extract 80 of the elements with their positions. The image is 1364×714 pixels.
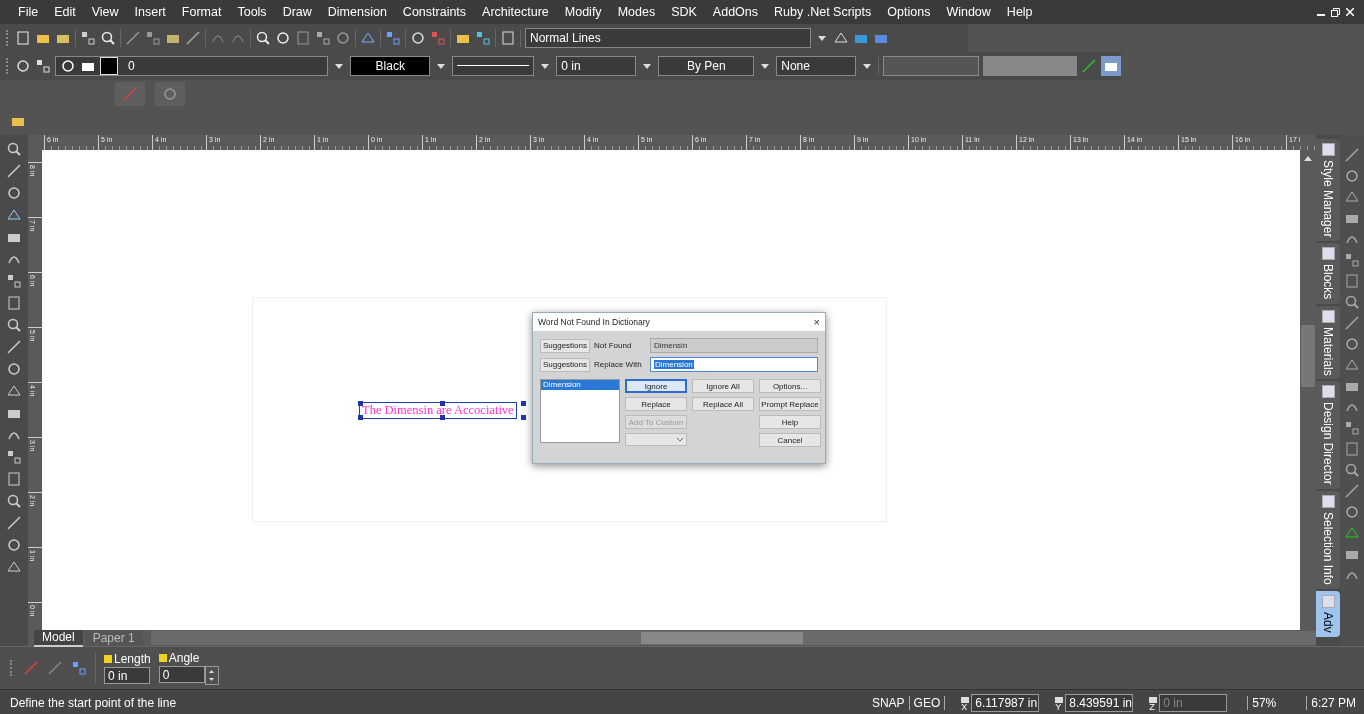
circle-tool-button[interactable] [155,81,185,106]
selection-handle[interactable] [440,415,445,420]
field-label: Length [114,652,151,666]
menu-item[interactable]: Modes [609,5,664,19]
status-toggle[interactable]: SNAP [867,696,910,710]
line-type-dropdown[interactable] [452,56,535,76]
menu-item[interactable]: Ruby .Net Scripts [766,5,880,19]
side-panel-tab[interactable]: Materials [1316,305,1340,380]
dialog-button[interactable]: Ignore [625,379,687,393]
status-message: Define the start point of the line [10,696,178,710]
menu-item[interactable]: Dimension [319,5,395,19]
spinner-arrows[interactable] [204,666,219,685]
side-panel-tab[interactable]: Style Manager [1316,139,1340,242]
dialog-button[interactable]: Help [759,415,821,429]
dialog-button[interactable]: Replace All [692,397,754,411]
horizontal-scrollbar[interactable] [150,631,1316,645]
menu-item[interactable]: Help [998,5,1041,19]
layer-dropdown[interactable]: 0 [55,56,329,76]
menu-item[interactable]: Architecture [474,5,557,19]
not-found-field: Dimensin [650,338,818,353]
new-file-icon[interactable] [15,30,31,46]
fill-dropdown[interactable]: None [776,56,857,76]
angle-field[interactable]: 0 [158,666,205,683]
field-label: Replace With [594,360,643,369]
dialog-button[interactable]: Prompt Replace [759,397,821,411]
solid-line-icon [457,65,530,67]
menu-item[interactable]: Format [173,5,230,19]
menu-item[interactable]: Edit [46,5,84,19]
side-panel-tab[interactable]: Blocks [1316,243,1340,304]
zoom-level: 57% [1247,696,1307,710]
suggestions-list[interactable]: Dimension [540,379,620,443]
length-field[interactable]: 0 in [104,667,150,684]
dialog-button[interactable]: Ignore All [692,379,754,393]
menu-item[interactable]: AddOns [704,5,767,19]
caret-icon [677,437,683,442]
dialog-button[interactable]: Options... [759,379,821,393]
field-label: Angle [168,651,200,665]
pen-dropdown[interactable]: By Pen [658,56,755,76]
menu-item[interactable]: File [10,5,47,19]
dialog-button[interactable]: Cancel [759,433,821,447]
sheet-tab[interactable]: Paper 1 [84,630,143,646]
menu-item[interactable]: View [83,5,127,19]
dialog-title: Word Not Found In Dictionary [538,317,650,327]
side-panel-tab[interactable]: Selection Info [1316,491,1340,589]
close-button[interactable]: × [813,316,820,328]
side-panel-tab[interactable]: Design Director [1316,381,1340,490]
line-width-dropdown[interactable]: 0 in [556,56,637,76]
menu-item[interactable]: Draw [274,5,320,19]
dialog-button[interactable]: Replace [625,397,687,411]
color-swatch [100,57,118,75]
menu-item[interactable]: Window [938,5,999,19]
menu-item[interactable]: Tools [229,5,275,19]
selection-handle[interactable] [440,401,445,406]
menu-item[interactable]: Modify [556,5,610,19]
menu-item[interactable]: Options [879,5,939,19]
color-dropdown[interactable]: Black [350,56,431,76]
replace-with-field[interactable]: Dimension [650,357,818,372]
selection-handle[interactable] [358,401,363,406]
coordinate-field[interactable]: 6.117987 in [971,694,1040,712]
field-label: Not Found [594,341,633,350]
menu-item[interactable]: Insert [126,5,174,19]
scroll-up-icon[interactable] [1304,156,1312,161]
suggestion-item[interactable]: Dimension [541,380,619,390]
scroll-thumb[interactable] [640,632,803,644]
selection-handle[interactable] [358,415,363,420]
close-icon[interactable] [1346,7,1354,16]
selection-handle[interactable] [521,415,526,420]
menu-item[interactable]: SDK [663,5,705,19]
restore-icon[interactable] [1331,7,1340,17]
suggestions-button[interactable]: Suggestions [540,338,590,353]
selection-handle[interactable] [521,401,526,406]
print-preview-icon[interactable] [100,30,116,46]
clock: 6:27 PM [1306,696,1364,710]
scroll-thumb[interactable] [1301,325,1315,387]
line-style-dropdown[interactable]: Normal Lines [525,28,811,48]
coordinate-field[interactable]: 8.439591 in [1065,694,1134,712]
menu-item[interactable]: Constraints [394,5,475,19]
side-panel-tab[interactable]: Adv [1316,590,1340,637]
status-toggle[interactable]: GEO [909,696,946,710]
suggestions-button[interactable]: Suggestions [540,357,590,372]
